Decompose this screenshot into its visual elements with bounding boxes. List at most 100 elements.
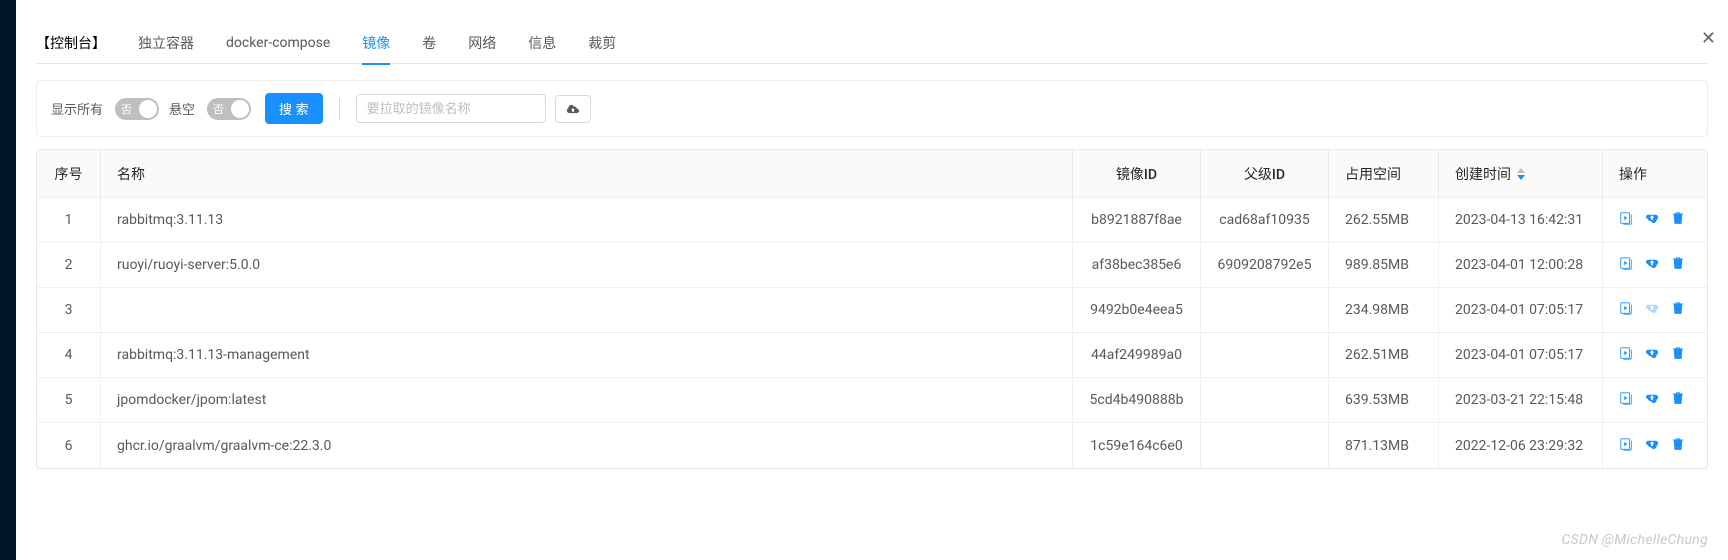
tab-info[interactable]: 信息 [528, 23, 556, 65]
run-container-icon[interactable] [1619, 256, 1633, 274]
cloud-upload-icon[interactable] [1645, 256, 1659, 274]
cell-image-id: 9492b0e4eea5 [1073, 288, 1201, 332]
cell-name: ghcr.io/graalvm/graalvm-ce:22.3.0 [101, 423, 1073, 468]
cell-parent-id [1201, 333, 1329, 377]
tab-prune[interactable]: 裁剪 [588, 23, 616, 65]
delete-icon[interactable] [1671, 256, 1685, 274]
cell-parent-id [1201, 423, 1329, 468]
images-table: 序号 名称 镜像ID 父级ID 占用空间 创建时间 操作 1rabbitmq:3… [36, 149, 1708, 469]
table-row: 1rabbitmq:3.11.13b8921887f8aecad68af1093… [37, 198, 1707, 243]
divider [339, 98, 340, 120]
cell-size: 639.53MB [1329, 378, 1439, 422]
table-row: 2ruoyi/ruoyi-server:5.0.0af38bec385e6690… [37, 243, 1707, 288]
cell-image-id: 1c59e164c6e0 [1073, 423, 1201, 468]
table-row: 3 9492b0e4eea5 234.98MB2023-04-01 07:05:17 [37, 288, 1707, 333]
cell-parent-id: 6909208792e5 [1201, 243, 1329, 287]
tab-volumes[interactable]: 卷 [422, 23, 436, 65]
watermark: CSDN @MichelleChung [1561, 532, 1708, 548]
cell-name: jpomdocker/jpom:latest [101, 378, 1073, 422]
cloud-upload-icon[interactable] [1645, 211, 1659, 229]
cell-idx: 4 [37, 333, 101, 377]
show-all-switch[interactable]: 否 [115, 98, 159, 120]
cell-ops [1603, 288, 1707, 332]
sort-icon [1517, 168, 1525, 180]
table-header: 序号 名称 镜像ID 父级ID 占用空间 创建时间 操作 [37, 150, 1707, 198]
cell-name: rabbitmq:3.11.13 [101, 198, 1073, 242]
close-icon[interactable]: ✕ [1701, 28, 1716, 49]
cell-created: 2022-12-06 23:29:32 [1439, 423, 1603, 468]
cell-idx: 1 [37, 198, 101, 242]
dangling-label: 悬空 [169, 99, 195, 118]
cell-ops [1603, 423, 1707, 468]
pull-image-button[interactable] [555, 95, 591, 123]
delete-icon[interactable] [1671, 391, 1685, 409]
cell-name: rabbitmq:3.11.13-management [101, 333, 1073, 377]
cell-created: 2023-04-13 16:42:31 [1439, 198, 1603, 242]
cloud-download-icon [566, 102, 580, 116]
cell-idx: 6 [37, 423, 101, 468]
cell-idx: 3 [37, 288, 101, 332]
cell-image-id: 5cd4b490888b [1073, 378, 1201, 422]
cell-image-id: 44af249989a0 [1073, 333, 1201, 377]
table-body: 1rabbitmq:3.11.13b8921887f8aecad68af1093… [37, 198, 1707, 468]
table-row: 4rabbitmq:3.11.13-management44af249989a0… [37, 333, 1707, 378]
col-created[interactable]: 创建时间 [1439, 150, 1603, 197]
search-button[interactable]: 搜 索 [265, 93, 323, 124]
cloud-upload-icon [1645, 301, 1659, 319]
delete-icon[interactable] [1671, 437, 1685, 455]
cell-created: 2023-03-21 22:15:48 [1439, 378, 1603, 422]
cloud-upload-icon[interactable] [1645, 437, 1659, 455]
cell-parent-id [1201, 378, 1329, 422]
delete-icon[interactable] [1671, 346, 1685, 364]
tab-bar: 【控制台】 独立容器 docker-compose 镜像 卷 网络 信息 裁剪 [36, 24, 1708, 64]
delete-icon[interactable] [1671, 301, 1685, 319]
table-row: 5jpomdocker/jpom:latest5cd4b490888b 639.5… [37, 378, 1707, 423]
cell-size: 234.98MB [1329, 288, 1439, 332]
cell-parent-id [1201, 288, 1329, 332]
tab-docker-compose[interactable]: docker-compose [226, 25, 330, 63]
col-idx: 序号 [37, 150, 101, 197]
main-panel: ✕ 【控制台】 独立容器 docker-compose 镜像 卷 网络 信息 裁… [16, 0, 1728, 560]
pull-image-input[interactable] [356, 94, 546, 123]
run-container-icon[interactable] [1619, 211, 1633, 229]
cell-created: 2023-04-01 07:05:17 [1439, 288, 1603, 332]
cell-ops [1603, 378, 1707, 422]
cell-name [101, 288, 1073, 332]
console-title: 【控制台】 [36, 23, 106, 65]
col-size: 占用空间 [1329, 150, 1439, 197]
cell-size: 262.51MB [1329, 333, 1439, 377]
run-container-icon[interactable] [1619, 391, 1633, 409]
show-all-label: 显示所有 [51, 99, 103, 118]
dangling-switch[interactable]: 否 [207, 98, 251, 120]
table-row: 6ghcr.io/graalvm/graalvm-ce:22.3.01c59e1… [37, 423, 1707, 468]
run-container-icon[interactable] [1619, 346, 1633, 364]
cell-size: 262.55MB [1329, 198, 1439, 242]
col-image-id: 镜像ID [1073, 150, 1201, 197]
cell-parent-id: cad68af10935 [1201, 198, 1329, 242]
cell-ops [1603, 333, 1707, 377]
cloud-upload-icon[interactable] [1645, 346, 1659, 364]
cell-created: 2023-04-01 07:05:17 [1439, 333, 1603, 377]
run-container-icon[interactable] [1619, 437, 1633, 455]
cell-idx: 5 [37, 378, 101, 422]
tab-images[interactable]: 镜像 [362, 23, 390, 65]
cell-size: 871.13MB [1329, 423, 1439, 468]
col-parent-id: 父级ID [1201, 150, 1329, 197]
tab-networks[interactable]: 网络 [468, 23, 496, 65]
cell-ops [1603, 243, 1707, 287]
run-container-icon[interactable] [1619, 301, 1633, 319]
toolbar: 显示所有 否 悬空 否 搜 索 [36, 80, 1708, 137]
cloud-upload-icon[interactable] [1645, 391, 1659, 409]
cell-created: 2023-04-01 12:00:28 [1439, 243, 1603, 287]
cell-size: 989.85MB [1329, 243, 1439, 287]
tab-container[interactable]: 独立容器 [138, 23, 194, 65]
cell-name: ruoyi/ruoyi-server:5.0.0 [101, 243, 1073, 287]
col-ops: 操作 [1603, 150, 1707, 197]
delete-icon[interactable] [1671, 211, 1685, 229]
cell-image-id: b8921887f8ae [1073, 198, 1201, 242]
cell-idx: 2 [37, 243, 101, 287]
cell-image-id: af38bec385e6 [1073, 243, 1201, 287]
col-name: 名称 [101, 150, 1073, 197]
cell-ops [1603, 198, 1707, 242]
sidebar [0, 0, 16, 560]
